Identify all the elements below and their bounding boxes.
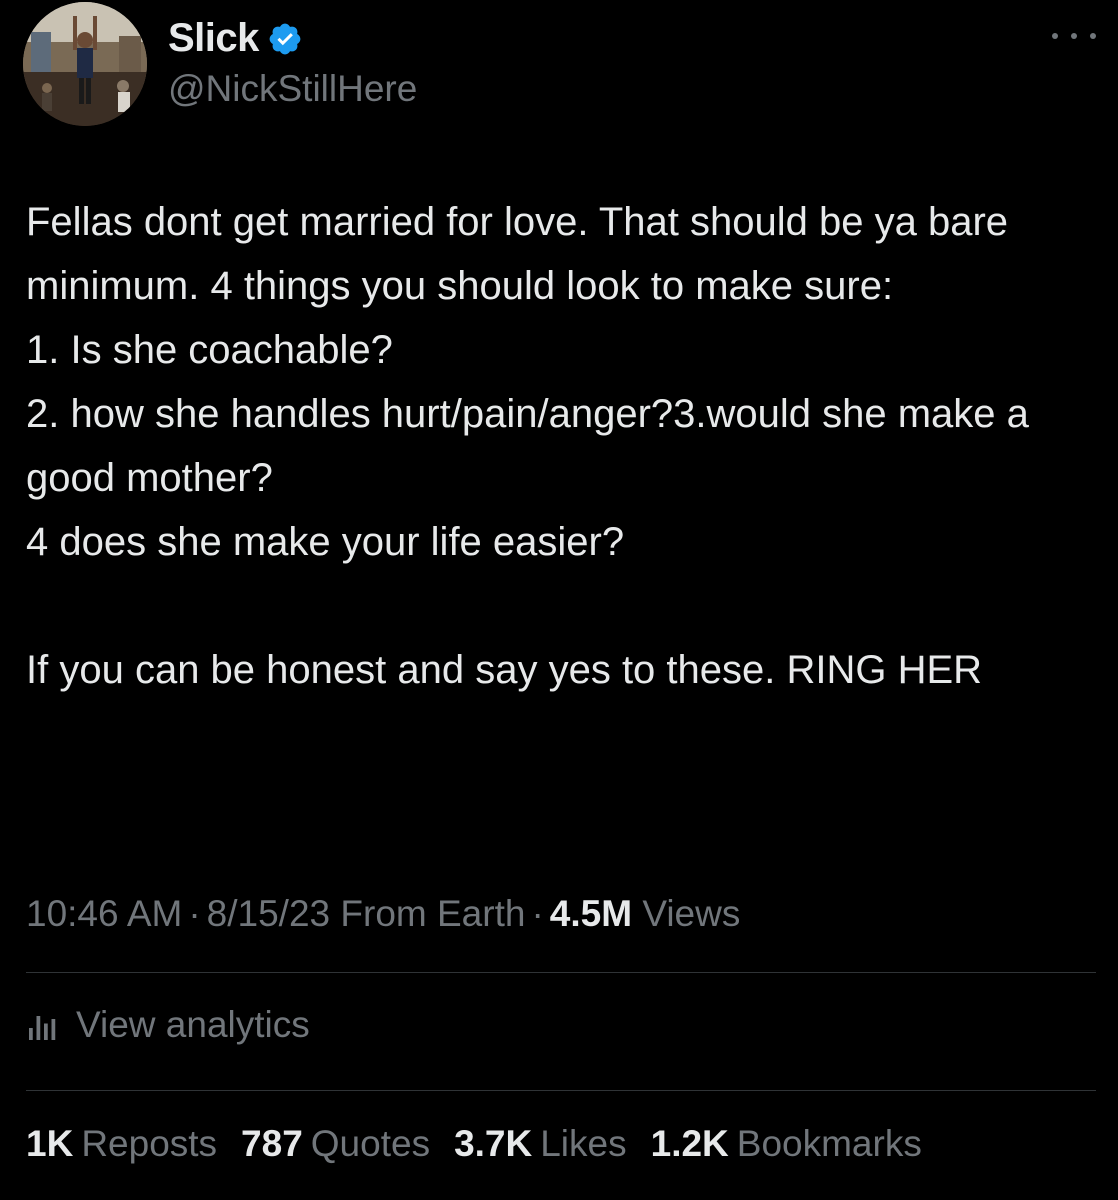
likes-label: Likes — [540, 1123, 627, 1164]
more-dot — [1071, 33, 1077, 39]
more-options-icon[interactable] — [1052, 26, 1096, 46]
author-name[interactable]: Slick — [168, 16, 259, 61]
likes-stat[interactable]: 3.7K Likes — [454, 1123, 627, 1165]
author-handle[interactable]: @NickStillHere — [168, 68, 417, 110]
avatar[interactable] — [23, 2, 147, 126]
views-count: 4.5M — [549, 893, 633, 934]
views-label: Views — [642, 893, 741, 934]
bookmarks-count: 1.2K — [650, 1123, 729, 1164]
divider — [26, 972, 1096, 973]
view-analytics-button[interactable]: View analytics — [26, 1004, 310, 1046]
verified-badge-icon — [269, 23, 301, 54]
bookmarks-stat[interactable]: 1.2K Bookmarks — [651, 1123, 922, 1165]
likes-count: 3.7K — [454, 1123, 533, 1164]
divider — [26, 1090, 1096, 1091]
author-name-row[interactable]: Slick — [168, 16, 303, 61]
tweet-time[interactable]: 10:46 AM — [26, 893, 182, 934]
engagement-stats: 1K Reposts 787 Quotes 3.7K Likes 1.2K Bookma… — [26, 1123, 946, 1165]
quotes-stat[interactable]: 787 Quotes — [241, 1123, 430, 1165]
more-dot — [1090, 33, 1096, 39]
meta-separator: · — [531, 893, 544, 934]
reposts-label: Reposts — [81, 1123, 218, 1164]
reposts-stat[interactable]: 1K Reposts — [26, 1123, 217, 1165]
quotes-count: 787 — [241, 1123, 303, 1164]
tweet-text: Fellas dont get married for love. That s… — [26, 200, 1029, 692]
tweet-date[interactable]: 8/15/23 — [207, 893, 330, 934]
meta-separator: · — [188, 893, 201, 934]
bar-chart-icon — [29, 1016, 56, 1040]
tweet-source: From Earth — [340, 893, 526, 934]
bookmarks-label: Bookmarks — [736, 1123, 922, 1164]
more-dot — [1052, 33, 1058, 39]
quotes-label: Quotes — [310, 1123, 431, 1164]
reposts-count: 1K — [26, 1123, 74, 1164]
tweet-meta: 10:46 AM · 8/15/23 From Earth · 4.5M Views — [26, 893, 740, 935]
view-analytics-label: View analytics — [76, 1004, 310, 1045]
